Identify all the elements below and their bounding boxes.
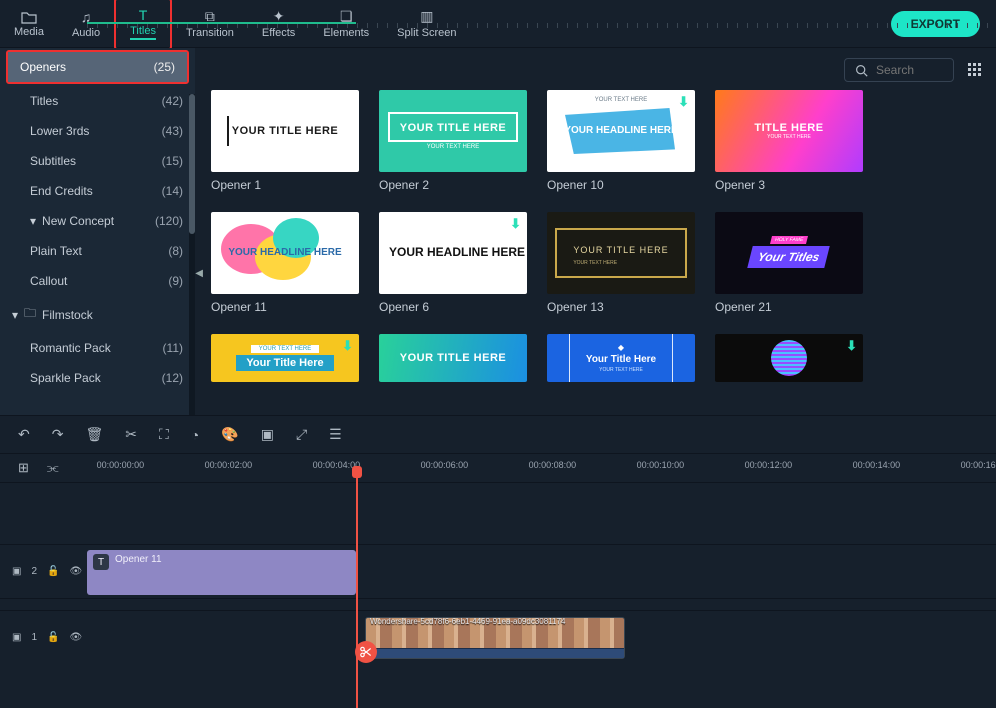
folder-icon bbox=[21, 10, 37, 24]
template-card[interactable]: YOUR TITLE HERE Opener 1 bbox=[211, 90, 359, 192]
template-card[interactable]: TITLE HEREYOUR TEXT HERE Opener 3 bbox=[715, 90, 863, 192]
audio-waveform bbox=[366, 648, 624, 658]
link-icon[interactable]: ⫘ bbox=[47, 460, 59, 476]
sidebar-item-filmstock[interactable]: ▾🗀Filmstock bbox=[0, 296, 195, 333]
template-grid: YOUR TITLE HERE Opener 1 YOUR TITLE HERE… bbox=[195, 90, 996, 415]
color-icon[interactable]: 🎨 bbox=[221, 426, 238, 443]
cut-icon[interactable]: ✂ bbox=[125, 426, 137, 443]
sidebar-item-romantic-pack[interactable]: Romantic Pack (11) bbox=[0, 333, 195, 363]
search-box[interactable] bbox=[844, 58, 954, 82]
scissors-icon[interactable] bbox=[355, 641, 377, 663]
template-card[interactable]: ⬇ bbox=[715, 334, 863, 382]
text-icon: T bbox=[93, 554, 109, 570]
chevron-down-icon: ▾ bbox=[12, 308, 18, 322]
lock-icon[interactable]: 🔓 bbox=[47, 632, 59, 643]
crop-icon[interactable]: ⛶ bbox=[159, 426, 169, 443]
delete-icon[interactable]: 🗑 bbox=[85, 426, 103, 443]
tab-media[interactable]: Media bbox=[0, 0, 58, 48]
download-icon: ⬇ bbox=[678, 94, 689, 110]
track-video: ▣ 1 🔓 👁 Wondershare-5cd78f6-6eb1-4469-91… bbox=[0, 610, 996, 664]
template-card[interactable]: ◆Your Title HereYOUR TEXT HERE bbox=[547, 334, 695, 382]
playhead[interactable] bbox=[356, 468, 358, 708]
search-bar bbox=[195, 48, 996, 90]
chevron-down-icon: ▾ bbox=[30, 214, 36, 228]
sidebar-item-subtitles[interactable]: Subtitles (15) bbox=[0, 146, 195, 176]
grid-view-icon[interactable] bbox=[968, 63, 982, 77]
track-title: ▣ 2 🔓 👁 T Opener 11 bbox=[0, 544, 996, 598]
track-toggle-icon[interactable]: ▣ bbox=[12, 632, 21, 643]
download-icon: ⬇ bbox=[510, 216, 521, 232]
text-icon: T bbox=[139, 7, 148, 23]
sidebar-item-new-concept[interactable]: ▾New Concept (120) bbox=[0, 206, 195, 236]
download-icon: ⬇ bbox=[342, 338, 353, 354]
eye-icon[interactable]: 👁 bbox=[69, 632, 82, 643]
collapse-sidebar-icon[interactable]: ◀ bbox=[195, 268, 203, 279]
download-icon: ⬇ bbox=[846, 338, 857, 354]
search-input[interactable] bbox=[876, 63, 946, 77]
edit-toolbar: ↶ ↷ 🗑 ✂ ⛶ ◔ 🎨 ▣ ⤢ ☰ bbox=[0, 415, 996, 453]
sidebar-item-end-credits[interactable]: End Credits (14) bbox=[0, 176, 195, 206]
template-card[interactable]: YOUR TEXT HEREYOUR HEADLINE HERE⬇ Opener… bbox=[547, 90, 695, 192]
timeline-ruler[interactable]: 00:00:00:00 00:00:02:00 00:00:04:00 00:0… bbox=[77, 454, 996, 482]
search-icon bbox=[855, 64, 868, 77]
sidebar-item-callout[interactable]: Callout (9) bbox=[0, 266, 195, 296]
template-card[interactable]: YOUR HEADLINE HERE Opener 11 bbox=[211, 212, 359, 314]
sidebar-item-openers[interactable]: Openers (25) bbox=[8, 52, 187, 82]
settings-sliders-icon[interactable]: ☰ bbox=[329, 426, 342, 443]
template-card[interactable]: HOLY FAMEYour Titles Opener 21 bbox=[715, 212, 863, 314]
template-card[interactable]: YOUR TITLE HERE bbox=[379, 334, 527, 382]
timeline: ⊞ ⫘ 00:00:00:00 00:00:02:00 00:00:04:00 … bbox=[0, 453, 996, 708]
sidebar-scrollbar[interactable] bbox=[189, 94, 195, 415]
expand-icon[interactable]: ⤢ bbox=[296, 426, 307, 443]
video-clip[interactable]: Wondershare-5cd78f6-6eb1-4469-91ea-a09dc… bbox=[365, 617, 625, 659]
add-track-icon[interactable]: ⊞ bbox=[18, 460, 29, 476]
undo-icon[interactable]: ↶ bbox=[18, 426, 30, 443]
template-card[interactable]: YOUR TITLE HEREYOUR TEXT HERE Opener 2 bbox=[379, 90, 527, 192]
redo-icon[interactable]: ↷ bbox=[52, 426, 64, 443]
template-card[interactable]: YOUR HEADLINE HERE⬇ Opener 6 bbox=[379, 212, 527, 314]
speed-icon[interactable]: ◔ bbox=[191, 427, 199, 443]
sidebar-item-titles[interactable]: Titles (42) bbox=[0, 86, 195, 116]
eye-icon[interactable]: 👁 bbox=[69, 566, 82, 577]
green-screen-icon[interactable]: ▣ bbox=[261, 426, 274, 443]
lock-icon[interactable]: 🔓 bbox=[47, 566, 59, 577]
title-clip[interactable]: T Opener 11 bbox=[87, 550, 356, 595]
sidebar-item-plain-text[interactable]: Plain Text (8) bbox=[0, 236, 195, 266]
folder-icon: 🗀 bbox=[24, 304, 36, 325]
track-toggle-icon[interactable]: ▣ bbox=[12, 566, 21, 577]
category-sidebar: Openers (25) Titles (42) Lower 3rds (43)… bbox=[0, 48, 195, 415]
sidebar-item-lower-3rds[interactable]: Lower 3rds (43) bbox=[0, 116, 195, 146]
template-card[interactable]: YOUR TEXT HEREYour Title Here⬇ bbox=[211, 334, 359, 382]
sidebar-item-sparkle-pack[interactable]: Sparkle Pack (12) bbox=[0, 363, 195, 393]
template-card[interactable]: YOUR TITLE HEREYOUR TEXT HERE Opener 13 bbox=[547, 212, 695, 314]
